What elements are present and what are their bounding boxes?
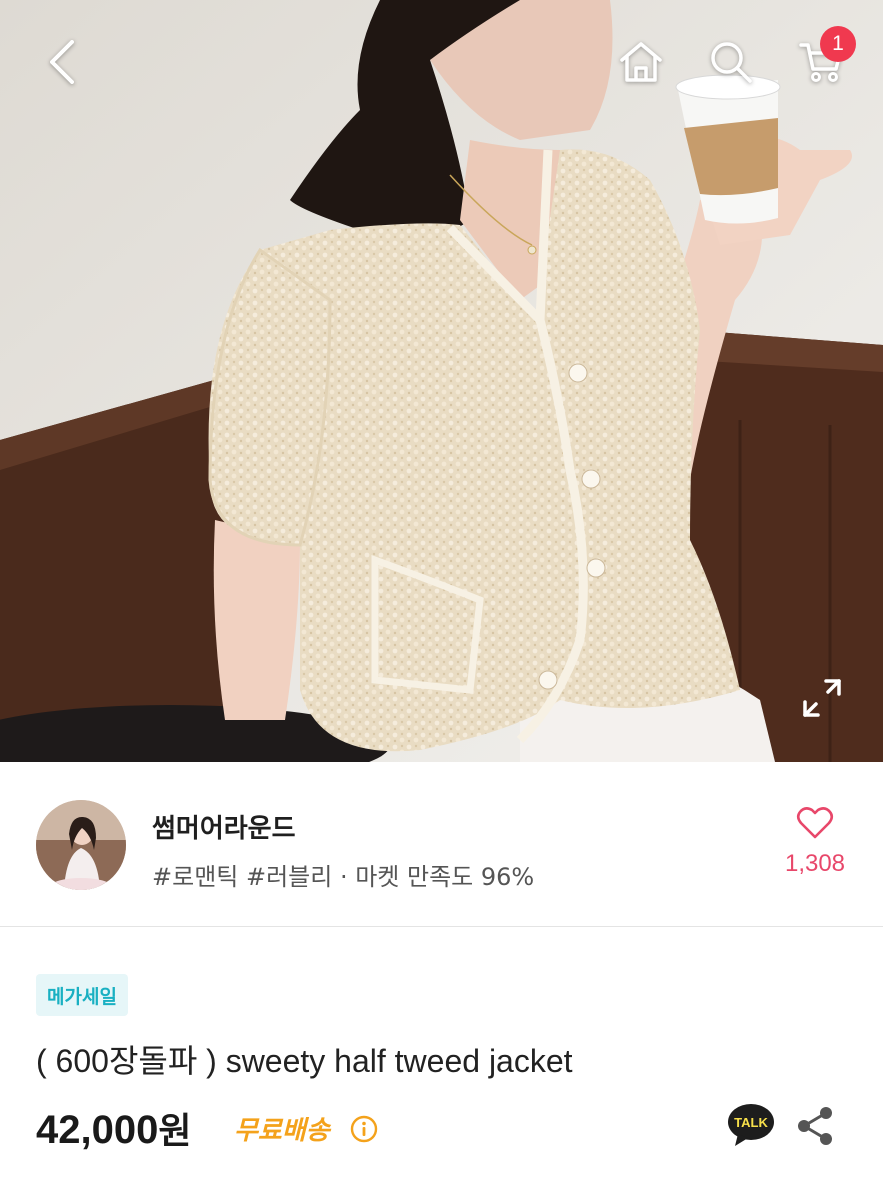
price-unit: 원 xyxy=(158,1111,192,1152)
chevron-left-icon xyxy=(50,40,74,84)
info-icon xyxy=(350,1115,378,1143)
expand-icon xyxy=(803,679,841,717)
kakao-talk-button[interactable]: TALK xyxy=(726,1102,776,1148)
expand-image-button[interactable] xyxy=(800,676,844,720)
home-button[interactable] xyxy=(613,32,669,92)
product-price: 42,000원 xyxy=(36,1102,191,1154)
seller-avatar[interactable] xyxy=(36,800,126,890)
product-photo xyxy=(0,0,883,762)
free-shipping-label: 무료배송 xyxy=(234,1116,330,1146)
product-image[interactable]: 1 xyxy=(0,0,883,762)
seller-tags: #로맨틱 #러블리 · 마켓 만족도 96% xyxy=(152,863,535,891)
cart-count-badge: 1 xyxy=(820,26,856,62)
search-button[interactable] xyxy=(703,32,759,92)
avatar-image xyxy=(36,800,126,890)
share-button[interactable] xyxy=(794,1104,836,1148)
search-icon xyxy=(711,42,752,83)
share-icon xyxy=(798,1107,832,1145)
home-icon xyxy=(620,42,662,82)
shipping-info-button[interactable] xyxy=(350,1115,378,1143)
seller-section[interactable]: 썸머어라운드 #로맨틱 #러블리 · 마켓 만족도 96% 1,308 xyxy=(0,762,883,927)
product-title: ( 600장돌파 ) sweety half tweed jacket xyxy=(36,1043,573,1079)
heart-outline-icon xyxy=(796,807,834,839)
back-button[interactable] xyxy=(34,32,90,92)
kakao-talk-icon: TALK xyxy=(728,1104,774,1146)
like-button[interactable]: 1,308 xyxy=(770,806,860,878)
talk-label: TALK xyxy=(734,1115,768,1130)
seller-name[interactable]: 썸머어라운드 xyxy=(152,808,296,845)
price-number: 42,000 xyxy=(36,1108,159,1152)
like-count: 1,308 xyxy=(784,850,846,877)
mega-sale-badge: 메가세일 xyxy=(36,974,128,1016)
